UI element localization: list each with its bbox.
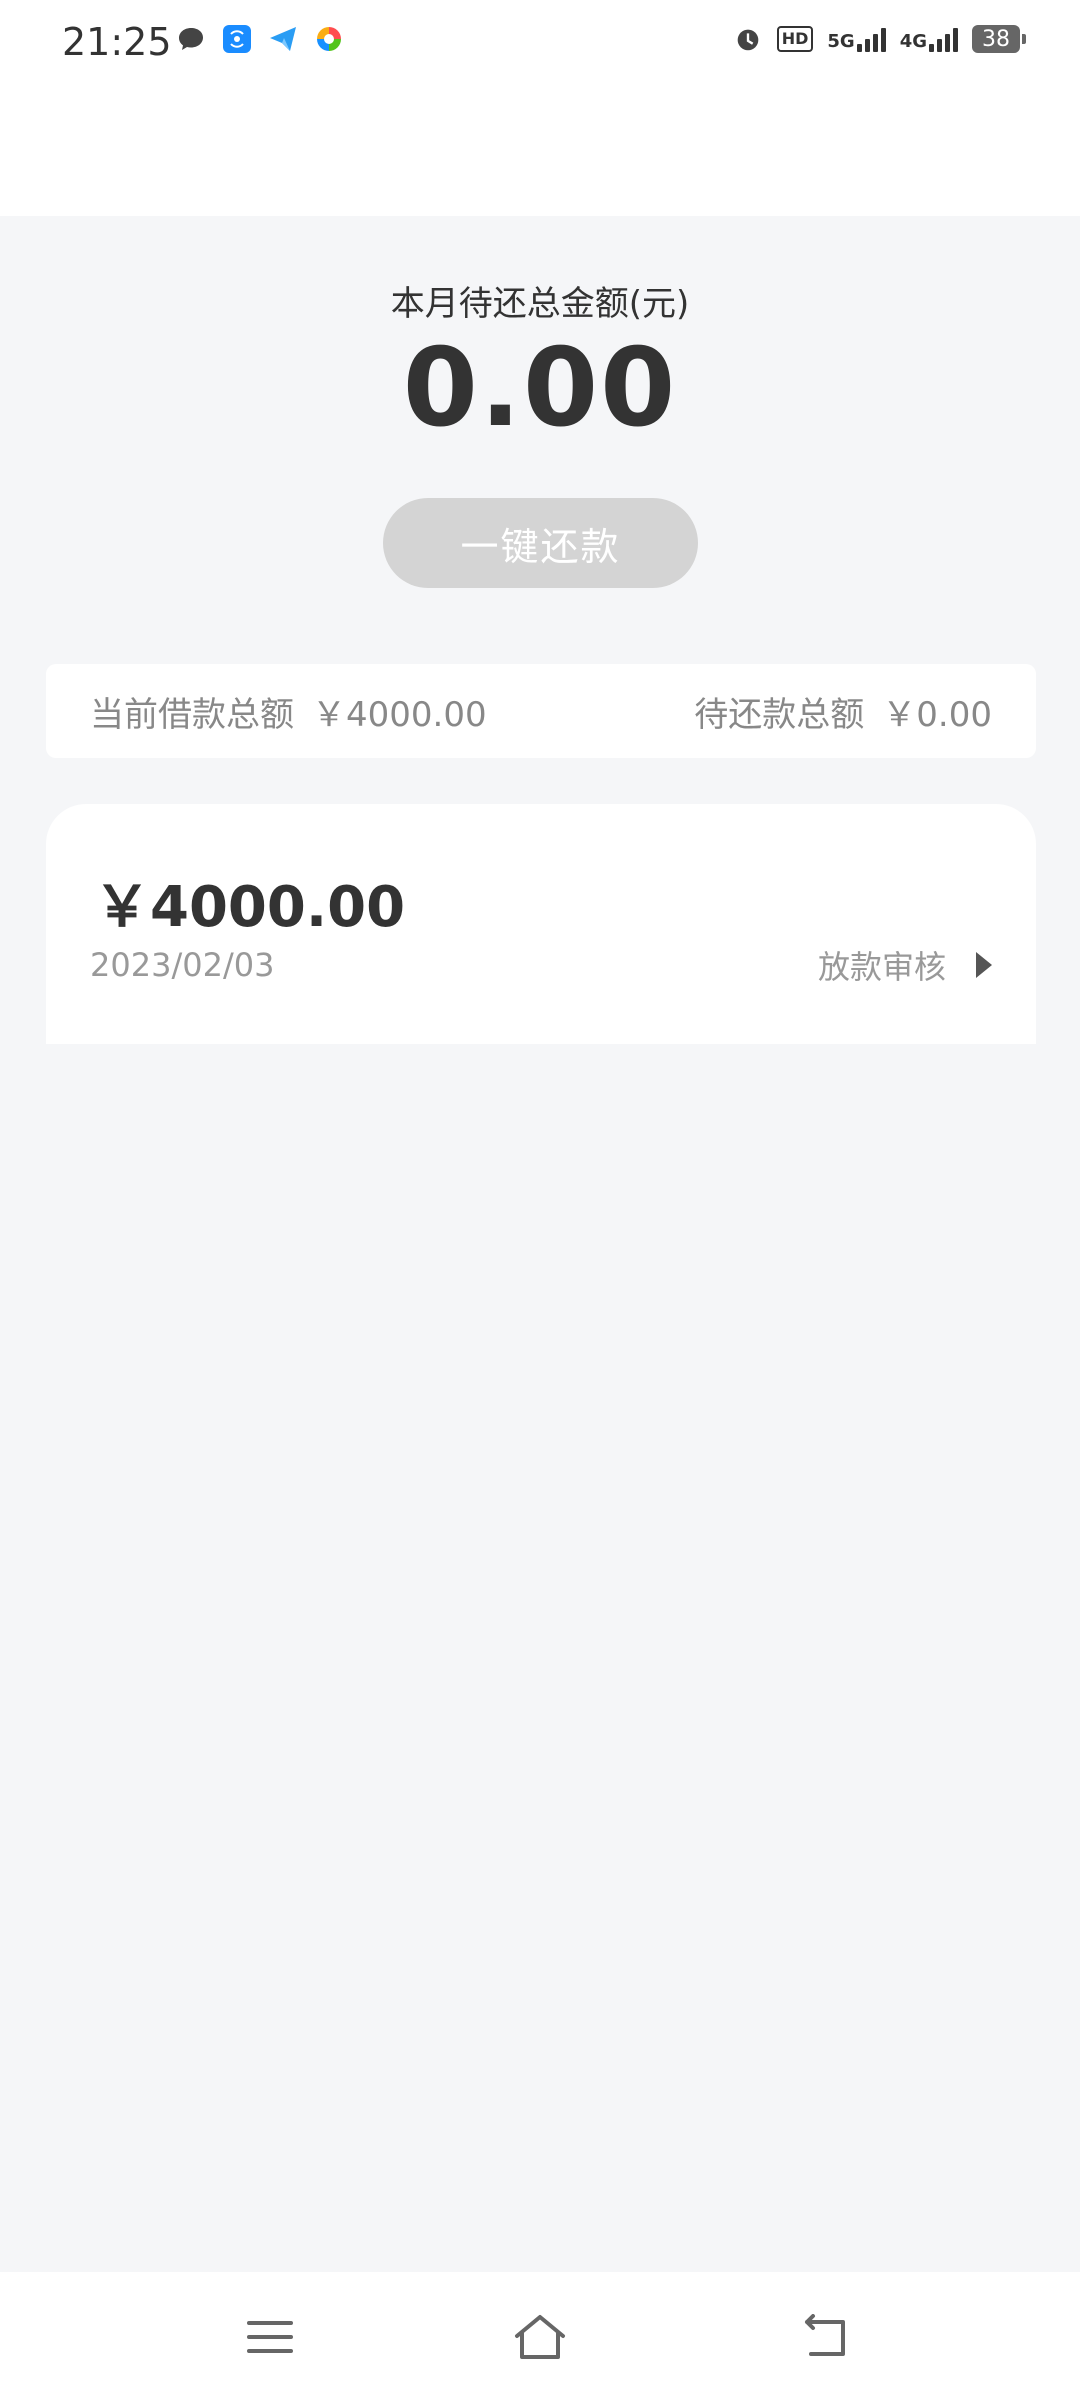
signal-4g-icon: 4G	[900, 26, 958, 52]
loan-status-label: 放款审核	[817, 948, 946, 986]
current-loan-total: 当前借款总额 ￥4000.00	[90, 687, 487, 736]
net-4g-label: 4G	[899, 31, 927, 52]
back-icon[interactable]	[790, 2302, 860, 2372]
battery-icon: 38	[972, 25, 1026, 53]
system-nav-bar	[0, 2272, 1080, 2400]
current-loan-value: ￥4000.00	[312, 694, 487, 735]
one-click-repay-button[interactable]: 一键还款	[383, 498, 698, 588]
signal-5g-icon: 5G	[827, 26, 886, 52]
home-icon[interactable]	[505, 2302, 575, 2372]
chat-bubble-icon	[176, 24, 206, 54]
pending-repay-total: 待还款总额 ￥0.00	[694, 687, 992, 736]
loan-status[interactable]: 放款审核	[818, 942, 992, 988]
alarm-icon	[733, 24, 763, 54]
notification-icons	[176, 24, 344, 54]
summary-label: 本月待还总金额(元)	[390, 284, 690, 324]
menu-icon[interactable]	[235, 2302, 305, 2372]
loan-list-item[interactable]: ￥4000.00 2023/02/03 放款审核	[46, 804, 1036, 1044]
hd-badge-icon: HD	[776, 26, 814, 52]
loan-date: 2023/02/03	[90, 946, 275, 984]
pending-repay-label: 待还款总额	[694, 694, 865, 735]
net-5g-label: 5G	[827, 31, 855, 52]
summary-amount: 0.00	[402, 326, 678, 451]
send-app-icon	[268, 24, 298, 54]
color-wheel-icon	[314, 24, 344, 54]
status-bar: 21:25 HD 5G 4G 38	[0, 0, 1080, 216]
status-time: 21:25	[62, 20, 172, 64]
current-loan-label: 当前借款总额	[90, 694, 294, 735]
chevron-right-icon	[976, 952, 992, 978]
wifi-hotspot-icon	[222, 24, 252, 54]
system-status-icons: HD 5G 4G 38	[733, 24, 1026, 54]
pending-repay-value: ￥0.00	[882, 694, 992, 735]
totals-card: 当前借款总额 ￥4000.00 待还款总额 ￥0.00	[46, 664, 1036, 758]
loan-amount: ￥4000.00	[94, 875, 406, 940]
